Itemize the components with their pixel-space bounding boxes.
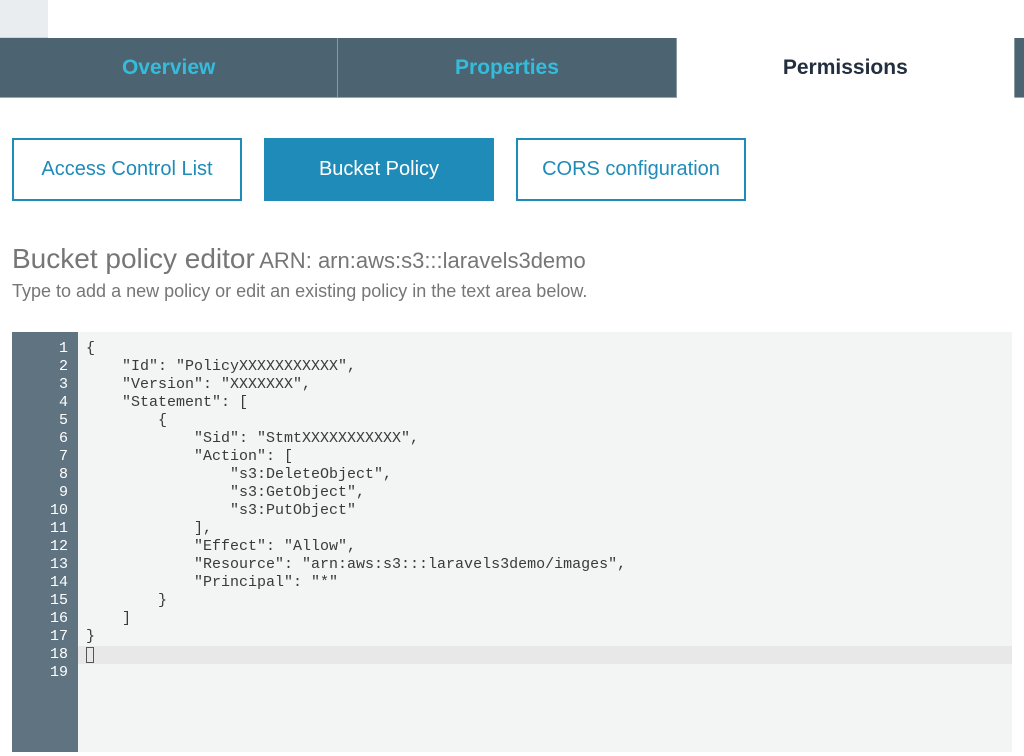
editor-title: Bucket policy editor (12, 243, 255, 274)
code-line: "Version": "XXXXXXX", (86, 376, 1012, 394)
code-line: "s3:PutObject" (86, 502, 1012, 520)
code-line: { (86, 412, 1012, 430)
line-number: 8 (12, 466, 68, 484)
line-number: 15 (12, 592, 68, 610)
line-number: 9 (12, 484, 68, 502)
line-number: 5 (12, 412, 68, 430)
line-number: 3 (12, 376, 68, 394)
line-number: 19 (12, 664, 68, 682)
tab-overview[interactable]: Overview (0, 38, 338, 97)
top-spacer-edge (0, 0, 48, 38)
code-line: "Id": "PolicyXXXXXXXXXXX", (86, 358, 1012, 376)
line-number: 4 (12, 394, 68, 412)
code-line: "Action": [ (86, 448, 1012, 466)
sub-tab-bucket-policy[interactable]: Bucket Policy (264, 138, 494, 201)
sub-tab-cors[interactable]: CORS configuration (516, 138, 746, 201)
line-number: 2 (12, 358, 68, 376)
code-line (86, 646, 1012, 664)
code-line: "s3:DeleteObject", (86, 466, 1012, 484)
tab-permissions[interactable]: Permissions (677, 38, 1015, 98)
editor-arn-value: arn:aws:s3:::laravels3demo (318, 248, 586, 273)
code-line: ] (86, 610, 1012, 628)
code-textarea[interactable]: { "Id": "PolicyXXXXXXXXXXX", "Version": … (78, 332, 1012, 752)
main-tabs: Overview Properties Permissions (0, 38, 1024, 98)
line-number: 14 (12, 574, 68, 592)
line-number: 11 (12, 520, 68, 538)
code-line: "Effect": "Allow", (86, 538, 1012, 556)
text-cursor (86, 647, 94, 663)
code-line: } (86, 628, 1012, 646)
line-number: 16 (12, 610, 68, 628)
editor-arn-label: ARN: (259, 248, 318, 273)
code-line: "s3:GetObject", (86, 484, 1012, 502)
code-line: } (86, 592, 1012, 610)
line-number: 10 (12, 502, 68, 520)
editor-hint: Type to add a new policy or edit an exis… (12, 281, 1012, 302)
permission-sub-tabs: Access Control List Bucket Policy CORS c… (12, 138, 1012, 201)
line-number: 13 (12, 556, 68, 574)
line-number: 17 (12, 628, 68, 646)
code-line (86, 664, 1012, 682)
code-gutter: 12345678910111213141516171819 (12, 332, 78, 752)
code-editor[interactable]: 12345678910111213141516171819 { "Id": "P… (12, 332, 1012, 752)
editor-header: Bucket policy editor ARN: arn:aws:s3:::l… (12, 243, 1012, 302)
code-line: "Principal": "*" (86, 574, 1012, 592)
code-line: "Sid": "StmtXXXXXXXXXXX", (86, 430, 1012, 448)
line-number: 12 (12, 538, 68, 556)
line-number: 7 (12, 448, 68, 466)
line-number: 6 (12, 430, 68, 448)
line-number: 1 (12, 340, 68, 358)
code-line: "Resource": "arn:aws:s3:::laravels3demo/… (86, 556, 1012, 574)
tab-properties[interactable]: Properties (338, 38, 676, 97)
tab-edge (1015, 38, 1024, 97)
code-line: "Statement": [ (86, 394, 1012, 412)
sub-tab-acl[interactable]: Access Control List (12, 138, 242, 201)
code-line: ], (86, 520, 1012, 538)
line-number: 18 (12, 646, 68, 664)
code-line: { (86, 340, 1012, 358)
top-spacer (0, 0, 1024, 38)
